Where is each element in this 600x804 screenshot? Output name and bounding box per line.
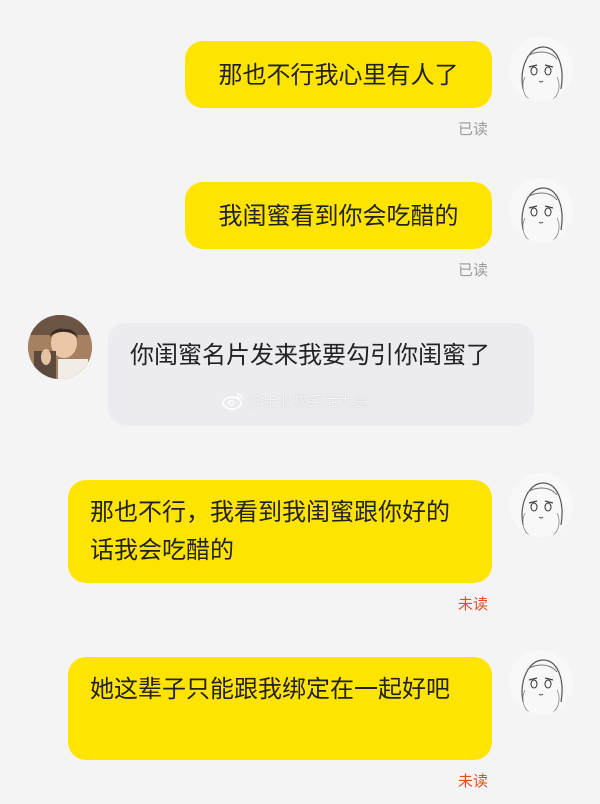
message-bubble-sent[interactable]: 她这辈子只能跟我绑定在一起好吧	[68, 657, 492, 760]
anime-sketch-avatar-icon	[509, 473, 573, 537]
contact-photo-icon	[28, 315, 92, 379]
message-bubble-sent[interactable]: 那也不行，我看到我闺蜜跟你好的话我会吃醋的	[68, 480, 492, 583]
message-bubble-sent[interactable]: 我闺蜜看到你会吃醋的	[185, 182, 492, 249]
unread-status: 未读	[458, 595, 489, 613]
my-avatar[interactable]	[509, 650, 573, 714]
my-avatar[interactable]	[509, 37, 573, 101]
watermark: @出收物笑话大赏	[222, 391, 368, 411]
my-avatar[interactable]	[509, 473, 573, 537]
message-bubble-sent[interactable]: 那也不行我心里有人了	[185, 41, 492, 108]
watermark-text: @出收物笑话大赏	[248, 392, 369, 410]
anime-sketch-avatar-icon	[509, 37, 573, 101]
read-status: 已读	[458, 120, 489, 138]
my-avatar[interactable]	[509, 178, 573, 242]
anime-sketch-avatar-icon	[509, 178, 573, 242]
read-status: 已读	[458, 261, 489, 279]
anime-sketch-avatar-icon	[509, 650, 573, 714]
unread-status: 未读	[458, 772, 489, 790]
weibo-icon	[222, 393, 243, 410]
contact-avatar[interactable]	[28, 315, 92, 379]
